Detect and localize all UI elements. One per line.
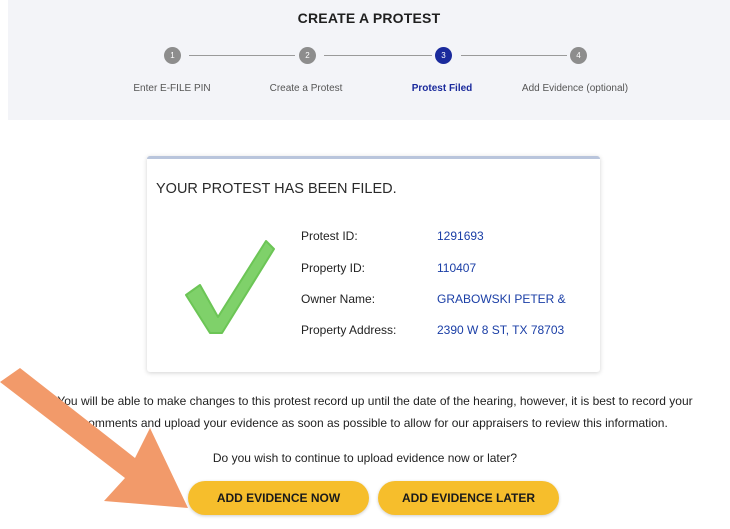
protest-confirmation-card: YOUR PROTEST HAS BEEN FILED. Protest ID:… bbox=[147, 156, 600, 372]
step-connector bbox=[461, 55, 567, 56]
property-id-value: 110407 bbox=[437, 261, 477, 275]
step-connector bbox=[189, 55, 295, 56]
step-1-label[interactable]: Enter E-FILE PIN bbox=[133, 83, 210, 94]
step-4-label[interactable]: Add Evidence (optional) bbox=[522, 83, 628, 94]
step-2-circle[interactable]: 2 bbox=[299, 47, 316, 64]
checkmark-icon bbox=[185, 240, 275, 334]
protest-id-value: 1291693 bbox=[437, 229, 484, 243]
step-connector bbox=[324, 55, 432, 56]
step-1-circle[interactable]: 1 bbox=[164, 47, 181, 64]
step-2-label[interactable]: Create a Protest bbox=[270, 83, 343, 94]
add-evidence-later-button[interactable]: ADD EVIDENCE LATER bbox=[378, 481, 559, 515]
protest-id-label: Protest ID: bbox=[301, 229, 358, 243]
page-title: CREATE A PROTEST bbox=[297, 10, 441, 26]
property-id-label: Property ID: bbox=[301, 261, 366, 275]
owner-name-value: GRABOWSKI PETER & bbox=[437, 292, 566, 306]
step-3-circle[interactable]: 3 bbox=[435, 47, 452, 64]
owner-name-label: Owner Name: bbox=[301, 292, 376, 306]
property-address-value: 2390 W 8 ST, TX 78703 bbox=[437, 323, 565, 337]
step-4-circle[interactable]: 4 bbox=[570, 47, 587, 64]
add-evidence-now-button[interactable]: ADD EVIDENCE NOW bbox=[188, 481, 369, 515]
step-3-label[interactable]: Protest Filed bbox=[412, 83, 473, 94]
arrow-pointer-icon bbox=[0, 368, 188, 508]
stepper-header: CREATE A PROTEST 1 2 3 4 Enter E-FILE PI… bbox=[8, 0, 730, 120]
card-title: YOUR PROTEST HAS BEEN FILED. bbox=[156, 181, 397, 197]
property-address-label: Property Address: bbox=[301, 323, 397, 337]
